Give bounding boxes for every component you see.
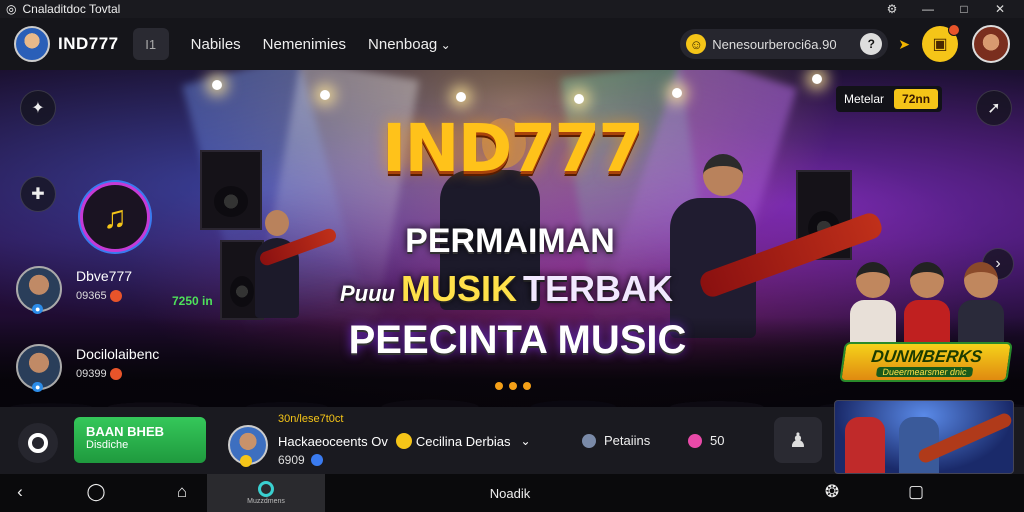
center-label[interactable]: Noadik (470, 486, 550, 501)
hero-line-1: PERMAIMAN (405, 222, 615, 260)
top-navigation: IND777 I1 Nabiles Nemenimies Nnenboag ☺ … (0, 18, 1024, 70)
chat-icon[interactable]: ◯ (84, 482, 108, 502)
mic-button[interactable]: ✚ (20, 176, 56, 212)
settings-icon[interactable]: ⚙ (874, 2, 910, 16)
link-icon[interactable]: ❂ (820, 482, 844, 502)
guitarist-left (255, 210, 299, 318)
expand-button[interactable]: ➚ (976, 90, 1012, 126)
hero-line-2-b: MUSIK (401, 268, 517, 309)
record-icon (28, 433, 48, 453)
music-button[interactable]: ♫ (80, 182, 150, 252)
bassist-right (670, 154, 756, 338)
green-stat: 7250 in (172, 294, 213, 308)
mic-icon: ✚ (31, 186, 45, 203)
players-icon (582, 433, 596, 448)
system-navigation: ‹ ◯ ⌂ Muzzdmens Noadik ❂ ▢ (0, 474, 1024, 512)
carousel-dot[interactable] (509, 382, 517, 390)
share-button[interactable]: ✦ (20, 90, 56, 126)
hero-line-2-a: Puuu (340, 281, 395, 306)
menu-label: I1 (145, 36, 157, 52)
player-card-2[interactable]: ● Docilolaibenc 09399 (16, 344, 159, 392)
band-logo-title: DUNMBERKS (870, 347, 984, 366)
stat-players-label: Petaiins (604, 433, 651, 448)
window-title: Cnaladitdoc Tovtal (22, 2, 121, 16)
video-thumbnail[interactable] (834, 400, 1014, 474)
band-logo: DUNMBERKS Dueermearsmer dnic (839, 342, 1013, 382)
user-avatar[interactable] (14, 26, 50, 62)
now-playing[interactable]: 30n/lese7t0ct Hackaeoceents Ov Cecilina D… (228, 411, 558, 471)
emoji-icon (395, 433, 412, 449)
pin-icon[interactable]: ➤ (898, 36, 910, 53)
stat-count-label: 50 (710, 433, 725, 448)
user-icon: ♟ (789, 429, 807, 452)
help-button[interactable]: ? (860, 33, 883, 55)
stat-players[interactable]: Petaiins (582, 433, 650, 448)
expand-icon: ➚ (987, 100, 1001, 117)
menu-button[interactable]: I1 (132, 28, 169, 60)
brand-name[interactable]: IND777 (58, 34, 119, 54)
stat-count[interactable]: 50 (688, 433, 724, 448)
close-button[interactable]: ✕ (982, 2, 1018, 16)
profile-avatar[interactable] (972, 25, 1010, 63)
player-name: Dbve777 (76, 268, 133, 284)
nav-link-1[interactable]: Nabiles (191, 36, 241, 53)
music-note-icon: ♫ (103, 198, 127, 235)
carousel-dot[interactable] (523, 382, 531, 390)
active-tab-icon (258, 481, 274, 497)
hero-title: IND777 (381, 110, 644, 187)
heart-icon (688, 433, 702, 448)
app-logo-icon: ◎ (6, 2, 17, 16)
user-add-button[interactable]: ♟ (774, 417, 822, 463)
player-card-1[interactable]: ● Dbve777 09365 (16, 266, 132, 314)
hero-line-3: PEECINTA MUSIC (348, 318, 687, 362)
hero-line-2-c: TERBAK (523, 268, 673, 309)
cta-line-1: BAAN BHEB (86, 424, 164, 439)
search-box[interactable]: ☺ Nenesourberoci6a.90 ? (680, 29, 889, 59)
minimize-button[interactable]: — (910, 2, 946, 16)
gift-button[interactable]: ▣ (922, 24, 960, 62)
title-bar: ◎ Cnaladitdoc Tovtal ⚙ — □ ✕ (0, 0, 1024, 18)
hero-line-2: Puuu MUSIK TERBAK (340, 268, 700, 310)
home-icon[interactable]: ⌂ (170, 482, 194, 502)
tag-box[interactable]: Metelar 72nn (836, 86, 943, 112)
speaker-left (200, 150, 262, 230)
record-button[interactable] (18, 423, 58, 463)
carousel-dot[interactable] (495, 382, 503, 390)
player-avatar: ● (16, 344, 62, 392)
maximize-button[interactable]: □ (946, 2, 982, 16)
active-tab[interactable]: Muzzdmens (207, 474, 325, 512)
nav-link-2[interactable]: Nemenimies (263, 36, 346, 53)
cta-button[interactable]: BAAN BHEB Disdiche (74, 417, 206, 463)
search-text: Nenesourberoci6a.90 (712, 36, 837, 52)
app-window: ◎ Cnaladitdoc Tovtal ⚙ — □ ✕ IND777 I1 N… (0, 0, 1024, 512)
now-playing-title: Hackaeoceents Ov Cecilina Derbias ⌄ (278, 433, 531, 449)
tag-value: 72nn (894, 89, 939, 109)
notification-dot (948, 24, 960, 36)
cta-line-2: Disdiche (86, 439, 129, 451)
now-playing-avatar (228, 425, 268, 467)
band-logo-sub: Dueermearsmer dnic (875, 367, 974, 377)
carousel-dots[interactable] (495, 382, 531, 390)
share-icon: ✦ (31, 100, 45, 117)
player-avatar: ● (16, 266, 62, 314)
now-playing-top: 30n/lese7t0ct (278, 413, 344, 425)
active-tab-label: Muzzdmens (247, 498, 285, 505)
now-playing-sub: 6909 (278, 453, 323, 467)
smiley-icon: ☺ (686, 34, 707, 54)
tag-label: Metelar (844, 92, 885, 106)
player-name: Docilolaibenc (76, 346, 160, 362)
nav-dropdown[interactable]: Nnenboag (368, 36, 451, 53)
player-stat: 09365 (76, 290, 122, 303)
back-icon[interactable]: ‹ (8, 482, 32, 502)
player-stat: 09399 (76, 368, 122, 381)
player-badge: ● (32, 304, 44, 314)
gift-icon: ▣ (932, 36, 948, 53)
recent-apps-icon[interactable]: ▢ (904, 482, 928, 502)
hero-banner[interactable]: IND777 PERMAIMAN Puuu MUSIK TERBAK PEECINT… (0, 70, 1024, 407)
chevron-down-icon: ⌄ (520, 434, 531, 448)
